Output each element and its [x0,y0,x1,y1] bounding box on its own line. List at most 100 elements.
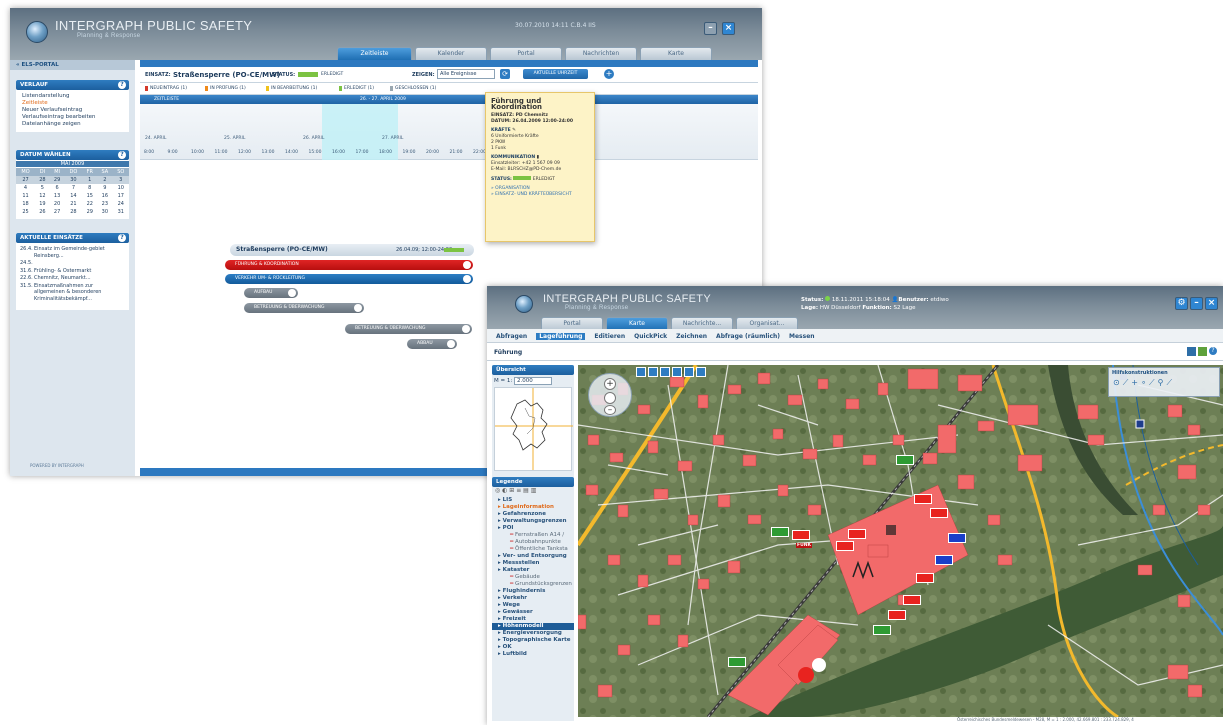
flag-red[interactable] [930,508,948,518]
bar-fuehrung[interactable]: FÜHRUNG & KOORDINATION [225,260,473,270]
flag-green[interactable] [873,625,891,635]
bar-info-icon[interactable] [462,325,470,333]
flag-green[interactable] [896,455,914,465]
help-icon[interactable]: ? [118,151,126,159]
bar-info-icon[interactable] [463,261,471,269]
tab-karte[interactable]: Karte [640,47,712,61]
aktuelle-item[interactable]: 31.5. Einsatzmaßnahmen zur allgemeinen & … [20,283,125,303]
calendar-day[interactable]: 6 [50,184,65,192]
tab-kalender[interactable]: Kalender [415,47,487,61]
filter-geschlossen[interactable]: GESCHLOSSEN (1) [390,86,436,91]
minimize-button[interactable]: – [1190,297,1203,310]
calendar-day[interactable]: 30 [64,176,83,184]
legend-item[interactable]: ▸ Lageinformation [492,504,574,511]
bar-betreuung-2[interactable]: BETREUUNG & ÜBERWACHUNG [345,324,472,334]
legend-item[interactable]: ▸ OK [492,644,574,651]
pan-icon[interactable] [660,367,670,377]
help-icon[interactable]: ? [118,81,126,89]
close-button[interactable]: × [1205,297,1218,310]
calendar-day[interactable]: 10 [113,184,129,192]
calendar-day[interactable]: 26 [35,208,50,216]
map-navigation-control[interactable]: + – [588,373,632,417]
legend-item[interactable]: ━ Grundstücksgrenzen [492,581,574,588]
calendar-day[interactable]: 28 [64,208,82,216]
calendar-day[interactable]: 27 [50,208,65,216]
overview-map[interactable] [494,387,573,471]
aktuelle-item[interactable]: 24.5. [20,260,125,267]
popup-link-uebersicht[interactable]: » EINSATZ- UND KRÄFTEÜBERSICHT [491,192,589,198]
aktuelle-item[interactable]: 31.6. Frühling- & Ostermarkt [20,268,125,275]
add-icon[interactable]: + [604,69,614,79]
menu-abfragen[interactable]: Abfragen [496,333,527,340]
calendar-day[interactable]: 24 [113,200,129,208]
bar-aufbau[interactable]: AUFBAU [244,288,298,298]
flag-green[interactable] [728,657,746,667]
flag-blue[interactable] [948,533,966,543]
calendar-day[interactable]: 14 [64,192,82,200]
menu-lagefuehrung[interactable]: Lageführung [536,333,586,340]
calendar-day[interactable]: 11 [16,192,35,200]
calendar-grid[interactable]: MO DI MI DO FR SA SO 27 28 29 30 1 2 3 4 5 6 7 8 9 10 11 12 13 1… [16,168,129,216]
calendar-day[interactable]: 31 [113,208,129,216]
calendar-day[interactable]: 12 [35,192,50,200]
calendar-day[interactable]: 13 [50,192,65,200]
previous-extent-icon[interactable] [672,367,682,377]
legend-item[interactable]: ━ Gebäude [492,574,574,581]
hazard-symbol[interactable] [886,525,896,535]
calendar-day[interactable]: 21 [64,200,82,208]
calendar-day[interactable]: 18 [16,200,35,208]
bar-verkehr[interactable]: VERKEHR UM- & RÜCKLEITUNG [225,274,473,284]
legend-item[interactable]: ━ Autobahnpunkte [492,539,574,546]
filter-erledigt[interactable]: ERLEDIGT (1) [339,86,374,91]
calendar-day[interactable]: 17 [113,192,129,200]
zoom-out-icon[interactable]: – [604,405,616,415]
flag-red[interactable] [836,541,854,551]
flag-blue[interactable] [935,555,953,565]
bar-info-icon[interactable] [463,275,471,283]
verlauf-item[interactable]: Listendarstellung [16,93,129,100]
legend-item[interactable]: ▸ Topographische Karte [492,637,574,644]
verlauf-item[interactable]: Neuer Verlaufseintrag [16,107,129,114]
aktuelle-item[interactable]: 26.4. Einsatz im Gemeinde-gebiet Reinsber… [20,246,125,259]
scale-input[interactable]: 2.000 [513,377,552,385]
menu-messen[interactable]: Messen [789,333,815,340]
calendar-day[interactable]: 1 [82,176,98,184]
legend-item[interactable]: ▸ Freizeit [492,616,574,623]
pan-center-icon[interactable] [604,392,616,404]
filter-neueintrag[interactable]: NEUEINTRAG (1) [145,86,187,91]
calendar-day[interactable]: 23 [97,200,112,208]
calendar-day[interactable]: 20 [50,200,65,208]
menu-abfrage-raeumlich[interactable]: Abfrage (räumlich) [716,333,780,340]
flag-red[interactable] [848,529,866,539]
portal-link[interactable]: « ELS-PORTAL [10,60,135,70]
legend-item[interactable]: ▸ POI [492,525,574,532]
flag-green[interactable] [771,527,789,537]
menu-editieren[interactable]: Editieren [594,333,625,340]
zeigen-select[interactable]: Alle Ereignisse [437,69,495,79]
legend-item[interactable]: ▸ Gewässer [492,609,574,616]
zoom-in-icon[interactable]: + [604,378,616,390]
calendar-day[interactable]: 29 [82,208,97,216]
legend-item[interactable]: ▸ Messstellen [492,560,574,567]
flag-red[interactable] [916,573,934,583]
calendar-day[interactable]: 19 [35,200,50,208]
zoom-box-icon[interactable] [648,367,658,377]
calendar-day[interactable]: 8 [82,184,97,192]
pointer-icon[interactable] [636,367,646,377]
calendar-day[interactable]: 25 [16,208,35,216]
aktuelle-item[interactable]: 22.6. Chemnitz, Neumarkt... [20,275,125,282]
calendar-day[interactable]: 28 [35,176,50,184]
tab-portal[interactable]: Portal [490,47,562,61]
flag-red[interactable] [792,530,810,540]
calendar-day[interactable]: 27 [16,176,36,184]
menu-zeichnen[interactable]: Zeichnen [676,333,707,340]
calendar-day[interactable]: 22 [82,200,97,208]
legend-item[interactable]: ▸ Verwaltungsgrenzen [492,518,574,525]
legend-item[interactable]: ▸ Verkehr [492,595,574,602]
popup-email[interactable]: E-Mail: BLRSCHZ@PD-Chem.de [491,167,589,173]
legend-item[interactable]: ▸ Gefahrenzone [492,511,574,518]
legend-item[interactable]: ▸ Ver- und Entsorgung [492,553,574,560]
verlauf-item[interactable]: Zeitleiste [16,100,129,107]
pencil-icon[interactable]: ✎ [512,128,516,133]
settings-button[interactable]: ⚙ [1175,297,1188,310]
